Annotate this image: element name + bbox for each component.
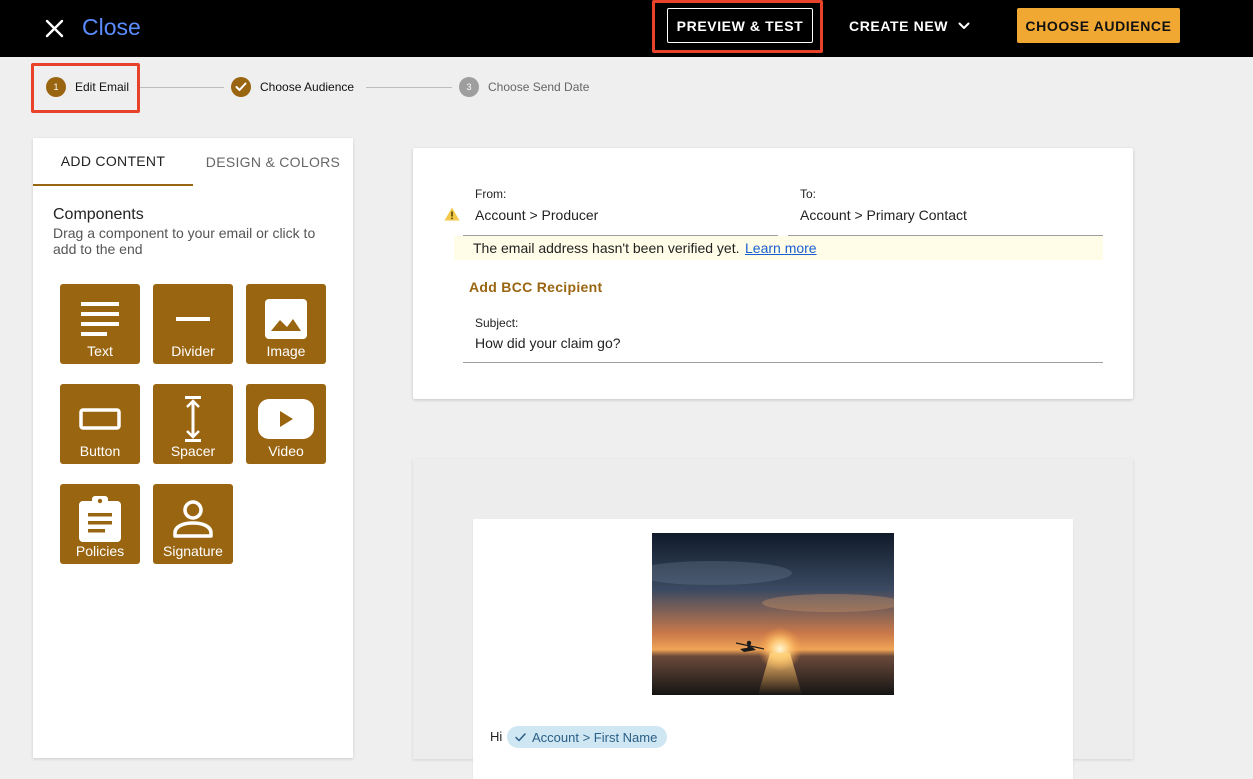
check-icon	[231, 77, 251, 97]
check-icon	[515, 732, 526, 741]
component-button[interactable]: Button	[60, 384, 140, 464]
component-image[interactable]: Image	[246, 284, 326, 364]
video-play-icon	[258, 399, 314, 439]
divider-icon	[176, 317, 210, 321]
email-header-card: From: Account > Producer To: Account > P…	[413, 148, 1133, 399]
button-icon	[79, 408, 121, 430]
chevron-down-icon	[958, 22, 970, 29]
learn-more-link[interactable]: Learn more	[745, 240, 817, 256]
sunset-kayak-photo[interactable]	[652, 533, 894, 695]
add-bcc-recipient-link[interactable]: Add BCC Recipient	[469, 279, 602, 295]
component-label: Policies	[75, 543, 125, 559]
components-title: Components	[53, 206, 144, 223]
close-icon[interactable]	[45, 19, 64, 38]
step-edit-email[interactable]: 1 Edit Email	[46, 77, 129, 97]
close-link[interactable]: Close	[82, 14, 141, 41]
component-label: Text	[87, 343, 113, 359]
tab-design-colors[interactable]: DESIGN & COLORS	[193, 138, 353, 186]
component-video[interactable]: Video	[246, 384, 326, 464]
text-lines-icon	[81, 302, 119, 336]
subject-underline	[463, 362, 1103, 363]
merge-field-label: Account > First Name	[532, 729, 658, 745]
subject-label: Subject:	[475, 316, 519, 330]
step-label: Edit Email	[75, 80, 130, 94]
clipboard-icon	[79, 496, 121, 542]
person-icon	[173, 500, 213, 538]
top-bar: Close PREVIEW & TEST CREATE NEW CHOOSE A…	[0, 0, 1253, 57]
create-new-label: CREATE NEW	[849, 18, 949, 34]
image-icon	[265, 299, 307, 339]
component-label: Spacer	[170, 443, 216, 459]
component-policies[interactable]: Policies	[60, 484, 140, 564]
merge-field-chip[interactable]: Account > First Name	[507, 726, 668, 748]
from-label: From:	[475, 187, 507, 201]
from-field[interactable]: Account > Producer	[475, 207, 598, 223]
component-label: Button	[79, 443, 121, 459]
step-label: Choose Send Date	[488, 80, 590, 94]
to-field[interactable]: Account > Primary Contact	[800, 207, 967, 223]
component-spacer[interactable]: Spacer	[153, 384, 233, 464]
component-signature[interactable]: Signature	[153, 484, 233, 564]
step-label: Choose Audience	[260, 80, 355, 94]
component-divider[interactable]: Divider	[153, 284, 233, 364]
email-canvas: Hi Account > First Name	[473, 519, 1073, 779]
preview-test-button[interactable]: PREVIEW & TEST	[667, 8, 813, 43]
component-label: Video	[268, 443, 304, 459]
verification-warning-text: The email address hasn't been verified y…	[473, 240, 740, 256]
components-description: Drag a component to your email or click …	[53, 225, 316, 257]
component-label: Divider	[171, 343, 215, 359]
step-connector	[140, 87, 224, 88]
components-panel: ADD CONTENT DESIGN & COLORS Components D…	[33, 138, 353, 758]
choose-audience-button[interactable]: CHOOSE AUDIENCE	[1017, 8, 1180, 43]
subject-field[interactable]: How did your claim go?	[475, 335, 621, 351]
component-label: Image	[266, 343, 306, 359]
step-connector	[366, 87, 452, 88]
tab-add-content[interactable]: ADD CONTENT	[33, 138, 193, 186]
step-number-badge: 3	[459, 77, 479, 97]
component-label: Signature	[163, 543, 223, 559]
email-body-card: Hi Account > First Name	[413, 459, 1133, 779]
spacer-icon	[185, 396, 201, 442]
to-label: To:	[800, 187, 817, 201]
warning-triangle-icon	[444, 207, 460, 221]
step-number-badge: 1	[46, 77, 66, 97]
create-new-button[interactable]: CREATE NEW	[849, 15, 970, 37]
step-choose-audience[interactable]: Choose Audience	[231, 77, 354, 97]
greeting-text: Hi	[490, 729, 503, 744]
component-text[interactable]: Text	[60, 284, 140, 364]
step-choose-send-date[interactable]: 3 Choose Send Date	[459, 77, 589, 97]
